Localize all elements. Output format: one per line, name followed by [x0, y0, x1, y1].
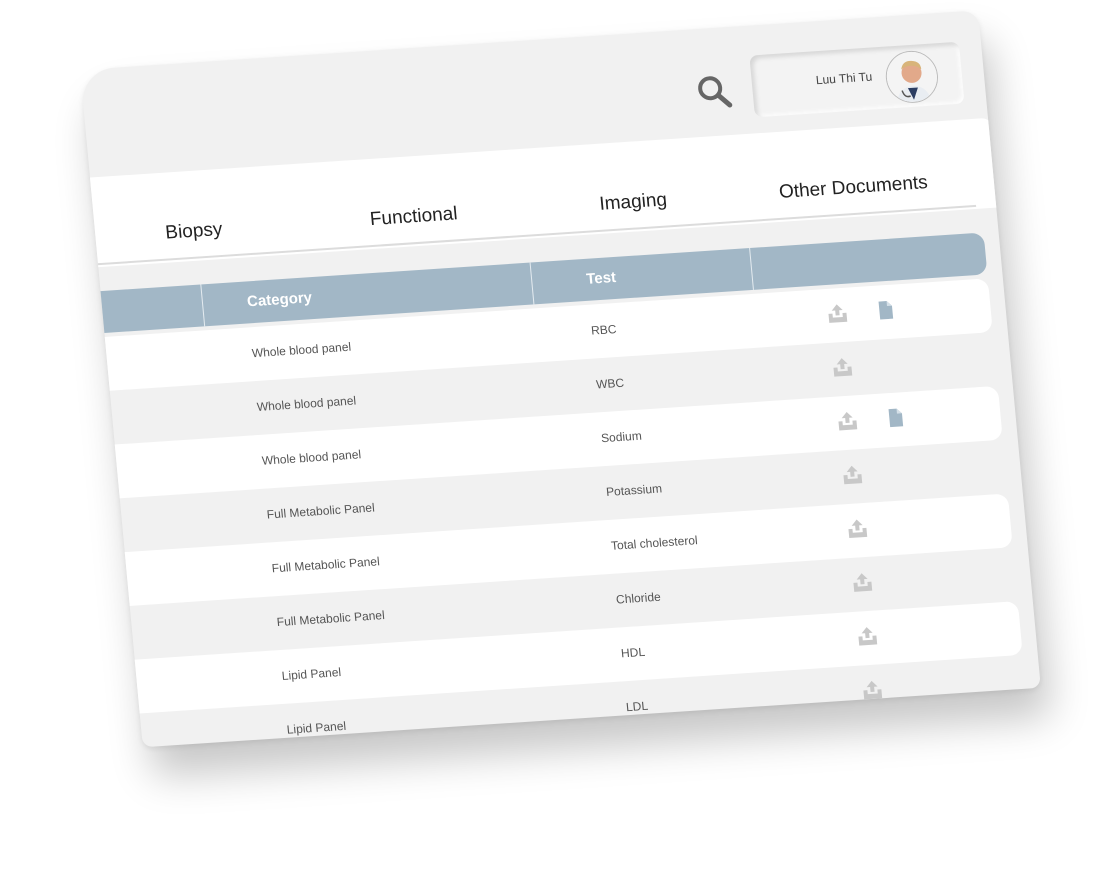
- column-header-test: Test: [585, 268, 617, 288]
- category-cell: Lipid Panel: [281, 665, 342, 683]
- upload-icon[interactable]: [834, 408, 860, 433]
- user-profile[interactable]: Luu Thi Tu: [749, 41, 965, 118]
- document-icon[interactable]: [882, 405, 908, 430]
- records-panel: Luu Thi Tu Biopsy Functional Imaging Oth…: [80, 10, 1041, 748]
- test-cell: Sodium: [600, 428, 643, 446]
- search-icon: [698, 76, 733, 108]
- upload-icon[interactable]: [844, 516, 870, 541]
- tab-biopsy[interactable]: Biopsy: [164, 219, 223, 245]
- upload-icon[interactable]: [829, 354, 855, 379]
- test-cell: RBC: [590, 322, 618, 338]
- category-cell: Full Metabolic Panel: [271, 554, 381, 576]
- tab-other-documents[interactable]: Other Documents: [778, 172, 929, 204]
- search-button[interactable]: [693, 71, 737, 113]
- upload-icon[interactable]: [854, 623, 880, 648]
- avatar: [883, 49, 941, 105]
- tab-imaging[interactable]: Imaging: [598, 189, 667, 215]
- user-name: Luu Thi Tu: [815, 69, 873, 88]
- screen: Luu Thi Tu Biopsy Functional Imaging Oth…: [0, 0, 1108, 883]
- upload-icon[interactable]: [824, 301, 850, 326]
- upload-icon[interactable]: [859, 677, 885, 702]
- column-separator: [200, 284, 206, 327]
- upload-icon[interactable]: [839, 462, 865, 487]
- document-icon[interactable]: [872, 297, 898, 322]
- category-cell: Whole blood panel: [261, 447, 362, 468]
- test-cell: WBC: [595, 375, 625, 392]
- category-cell: Full Metabolic Panel: [276, 608, 386, 630]
- test-cell: Total cholesterol: [610, 533, 699, 553]
- category-cell: Full Metabolic Panel: [266, 500, 376, 522]
- column-separator: [529, 262, 535, 305]
- test-cell: LDL: [625, 698, 649, 715]
- category-cell: Whole blood panel: [251, 339, 352, 361]
- column-separator: [749, 247, 754, 290]
- test-cell: Potassium: [605, 481, 663, 500]
- category-cell: Whole blood panel: [256, 393, 357, 414]
- test-cell: HDL: [620, 644, 646, 661]
- column-header-category: Category: [246, 289, 313, 311]
- upload-icon[interactable]: [849, 570, 875, 595]
- test-cell: Chloride: [615, 589, 662, 607]
- tab-functional[interactable]: Functional: [369, 203, 459, 231]
- category-cell: Lipid Panel: [286, 718, 347, 737]
